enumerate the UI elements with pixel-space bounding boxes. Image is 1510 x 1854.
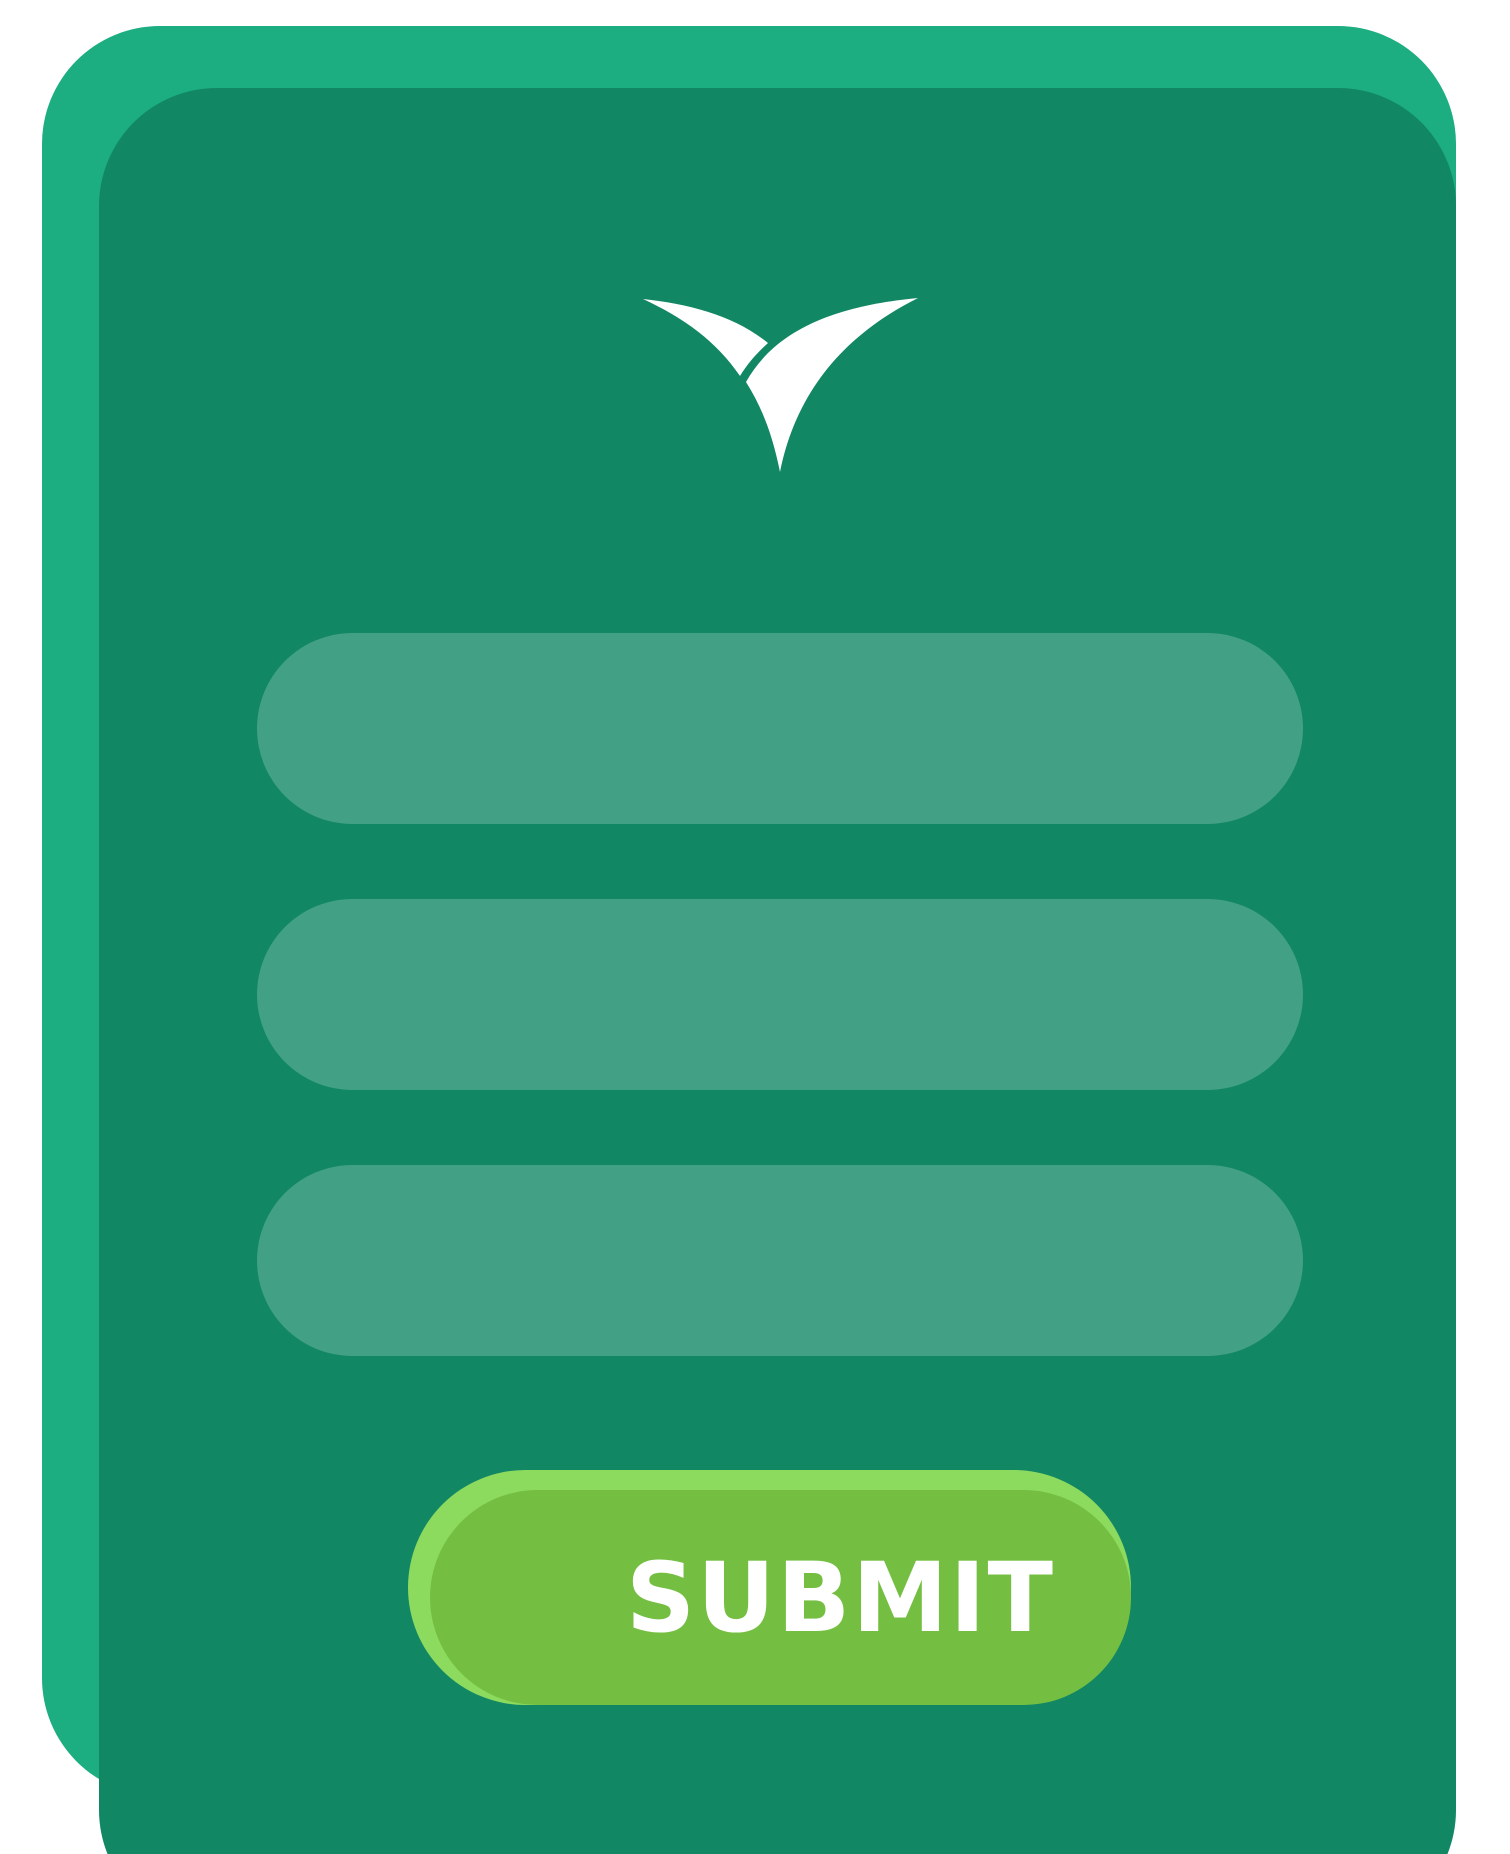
form-field-2[interactable] — [257, 899, 1303, 1090]
submit-button[interactable]: SUBMIT — [408, 1470, 1131, 1705]
form-field-1[interactable] — [257, 633, 1303, 824]
submit-button-label: SUBMIT — [626, 1541, 1055, 1654]
page: SUBMIT — [0, 0, 1510, 1854]
logo-left-leaf — [643, 299, 768, 376]
submit-button-face: SUBMIT — [430, 1490, 1131, 1705]
leaf-check-logo-icon — [640, 294, 919, 489]
logo-right-leaf — [746, 298, 918, 472]
form-field-3[interactable] — [257, 1165, 1303, 1356]
